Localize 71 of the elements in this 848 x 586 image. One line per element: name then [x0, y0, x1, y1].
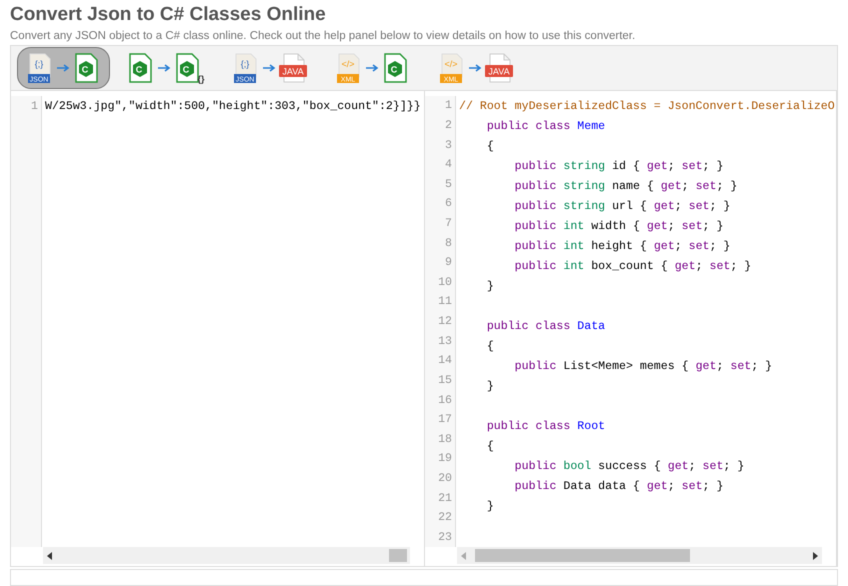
icon-glyph: C [390, 64, 398, 74]
line-number: 16 [438, 392, 452, 408]
icon-glyph: </> [342, 59, 354, 70]
line-number: 1 [445, 98, 452, 114]
code-editor[interactable] [425, 91, 837, 566]
scroll-left-icon[interactable] [47, 552, 53, 560]
code-line: public int box_count { get; set; } [514, 258, 752, 275]
file-type-label: JAVA [282, 66, 304, 77]
java-file-icon [279, 54, 307, 83]
page-subtitle: Convert any JSON object to a C# class online. Check out the help panel below to view details on how to use this converter. [10, 29, 636, 44]
line-number: 19 [438, 451, 452, 468]
line-number: 3 [445, 138, 452, 154]
icon-glyph: </> [444, 59, 458, 70]
arrow-icon [263, 64, 276, 72]
code-line: public int width { get; set; } [514, 218, 724, 235]
code-line: { [486, 338, 494, 355]
line-number: 15 [438, 372, 452, 389]
line-number: 6 [445, 196, 452, 212]
icon-glyph: C [82, 64, 88, 74]
line-number: 11 [438, 294, 452, 310]
code-line: public string name { get; set; } [514, 178, 738, 195]
arrow-icon [366, 64, 379, 72]
code-line: } [486, 498, 494, 515]
line-number: 1 [31, 98, 38, 115]
icon-glyph: {;} [240, 59, 250, 70]
line-number: 12 [438, 314, 452, 330]
line-number: 23 [438, 530, 452, 546]
horizontal-scrollbar[interactable] [457, 547, 822, 564]
code-line: } [486, 378, 494, 395]
horizontal-scrollbar[interactable] [43, 547, 410, 564]
line-number: 14 [438, 353, 452, 370]
code-editor[interactable]: 1 W/25w3.jpg","width":500,"height":303,"box_count":2}]}} [11, 91, 425, 566]
scrollbar-thumb[interactable] [475, 549, 690, 562]
icon-glyph: {;} [34, 59, 44, 70]
line-number: 2 [445, 118, 452, 134]
scroll-right-icon[interactable] [812, 552, 818, 560]
line-number: 9 [445, 255, 452, 272]
line-number: 18 [438, 432, 452, 448]
code-line: W/25w3.jpg","width":500,"height":303,"box_count":2}]}} [45, 98, 421, 115]
arrow-icon [158, 64, 171, 72]
arrow-icon [469, 64, 482, 72]
icon-glyph: C [182, 64, 190, 74]
line-number: 21 [438, 490, 452, 507]
code-line: public string url { get; set; } [514, 198, 730, 215]
code-line: { [486, 438, 494, 455]
line-number: 17 [438, 412, 452, 428]
line-number: 13 [438, 334, 452, 350]
line-number: 4 [445, 157, 452, 174]
arrow-icon [57, 64, 70, 72]
code-line: public class Root [486, 418, 606, 435]
code-line: { [486, 138, 494, 155]
file-type-label: JAVA [488, 66, 510, 77]
code-line: public int height { get; set; } [514, 238, 730, 255]
code-line: public class Data [486, 318, 606, 335]
scrollbar-thumb[interactable] [389, 549, 407, 562]
line-number: 20 [438, 470, 452, 487]
java-file-icon [485, 54, 513, 83]
code-line: // Root myDeserializedClass = JsonConvert.DeserializeO [459, 98, 835, 115]
code-line: public class Meme [486, 118, 606, 135]
code-line: public bool success { get; set; } [514, 458, 744, 475]
page-title: Convert Json to C# Classes Online [10, 3, 327, 27]
code-line: } [486, 278, 494, 295]
code-line: public Data data { get; set; } [514, 478, 724, 495]
line-number: 8 [445, 236, 452, 252]
code-line: public List<Meme> memes { get; set; } [514, 358, 772, 375]
line-number: 22 [438, 510, 452, 526]
line-number: 7 [445, 216, 452, 232]
code-line: public string id { get; set; } [514, 158, 724, 175]
line-number: 10 [438, 274, 452, 291]
icon-glyph: C [136, 64, 142, 74]
line-number: 5 [445, 176, 452, 193]
